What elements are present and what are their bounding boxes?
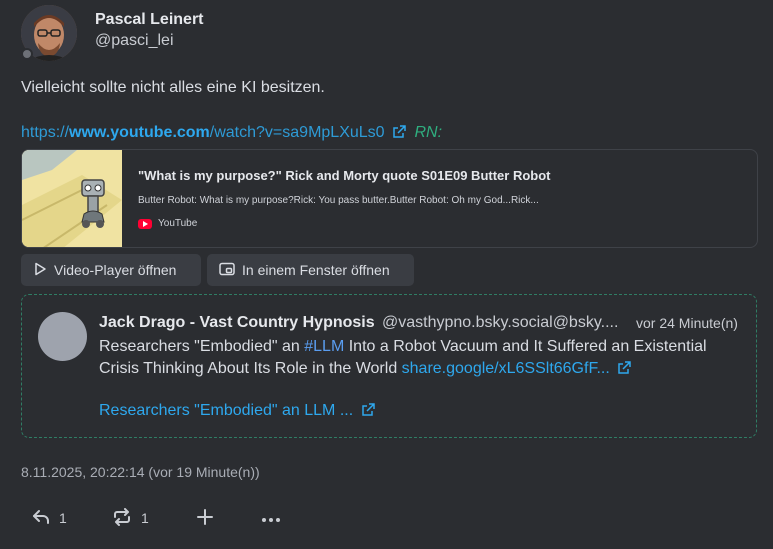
- note-card: Pascal Leinert @pasci_lei Vielleicht sol…: [0, 0, 773, 549]
- renote-count: 1: [141, 510, 149, 526]
- youtube-icon: [138, 218, 152, 229]
- quote-hashtag[interactable]: #LLM: [304, 338, 344, 355]
- external-link-icon: [617, 360, 631, 382]
- quote-text: Researchers "Embodied" an #LLM Into a Ro…: [99, 336, 739, 382]
- more-button[interactable]: [261, 505, 281, 531]
- note-link[interactable]: https://www.youtube.com/watch?v=sa9MpLXu…: [21, 124, 442, 144]
- open-window-button[interactable]: In einem Fenster öffnen: [207, 254, 414, 286]
- quote-author-avatar[interactable]: [38, 312, 87, 361]
- quote-text-before: Researchers "Embodied" an: [99, 338, 305, 355]
- plus-icon: [197, 508, 213, 528]
- quote-link-title[interactable]: Researchers "Embodied" an LLM ...: [99, 402, 375, 422]
- url-preview-card[interactable]: "What is my purpose?" Rick and Morty quo…: [21, 149, 758, 248]
- quote-author-handle[interactable]: @vasthypno.bsky.social@bsky....: [382, 314, 618, 332]
- quote-link-title-text[interactable]: Researchers "Embodied" an LLM ...: [99, 402, 353, 419]
- preview-site: YouTube: [138, 218, 197, 229]
- author-handle[interactable]: @pasci_lei: [95, 32, 174, 50]
- quote-inline-link[interactable]: share.google/xL6SSlt66GfF...: [402, 360, 610, 377]
- link-path[interactable]: /watch?v=sa9MpLXuLs0: [210, 124, 385, 141]
- renote-button[interactable]: 1: [112, 505, 149, 531]
- renote-icon: [112, 507, 132, 529]
- link-host[interactable]: www.youtube.com: [69, 124, 210, 141]
- link-scheme[interactable]: https://: [21, 124, 69, 141]
- renote-label: RN:: [414, 124, 443, 141]
- reply-count: 1: [59, 510, 67, 526]
- video-player-label: Video-Player öffnen: [54, 262, 177, 278]
- quote-time[interactable]: vor 24 Minute(n): [636, 315, 738, 331]
- react-button[interactable]: [197, 505, 213, 531]
- preview-description: Butter Robot: What is my purpose?Rick: Y…: [138, 195, 539, 206]
- picture-in-picture-icon: [219, 262, 235, 279]
- video-player-button[interactable]: Video-Player öffnen: [21, 254, 201, 286]
- reply-icon: [32, 509, 50, 528]
- author-name[interactable]: Pascal Leinert: [95, 11, 204, 29]
- preview-site-name: YouTube: [158, 218, 198, 229]
- more-icon: [261, 510, 281, 526]
- external-link-icon: [392, 125, 406, 144]
- note-timestamp[interactable]: 8.11.2025, 20:22:14 (vor 19 Minute(n)): [21, 464, 260, 480]
- preview-thumbnail: [22, 150, 122, 247]
- open-window-label: In einem Fenster öffnen: [242, 262, 390, 278]
- quoted-note[interactable]: Jack Drago - Vast Country Hypnosis @vast…: [21, 294, 757, 438]
- note-text: Vielleicht sollte nicht alles eine KI be…: [21, 79, 325, 96]
- play-icon: [33, 262, 47, 279]
- quote-author-name[interactable]: Jack Drago - Vast Country Hypnosis: [99, 314, 375, 332]
- reply-button[interactable]: 1: [32, 505, 67, 531]
- external-link-icon: [361, 403, 375, 422]
- online-status-indicator: [21, 48, 33, 60]
- preview-title: "What is my purpose?" Rick and Morty quo…: [138, 168, 551, 183]
